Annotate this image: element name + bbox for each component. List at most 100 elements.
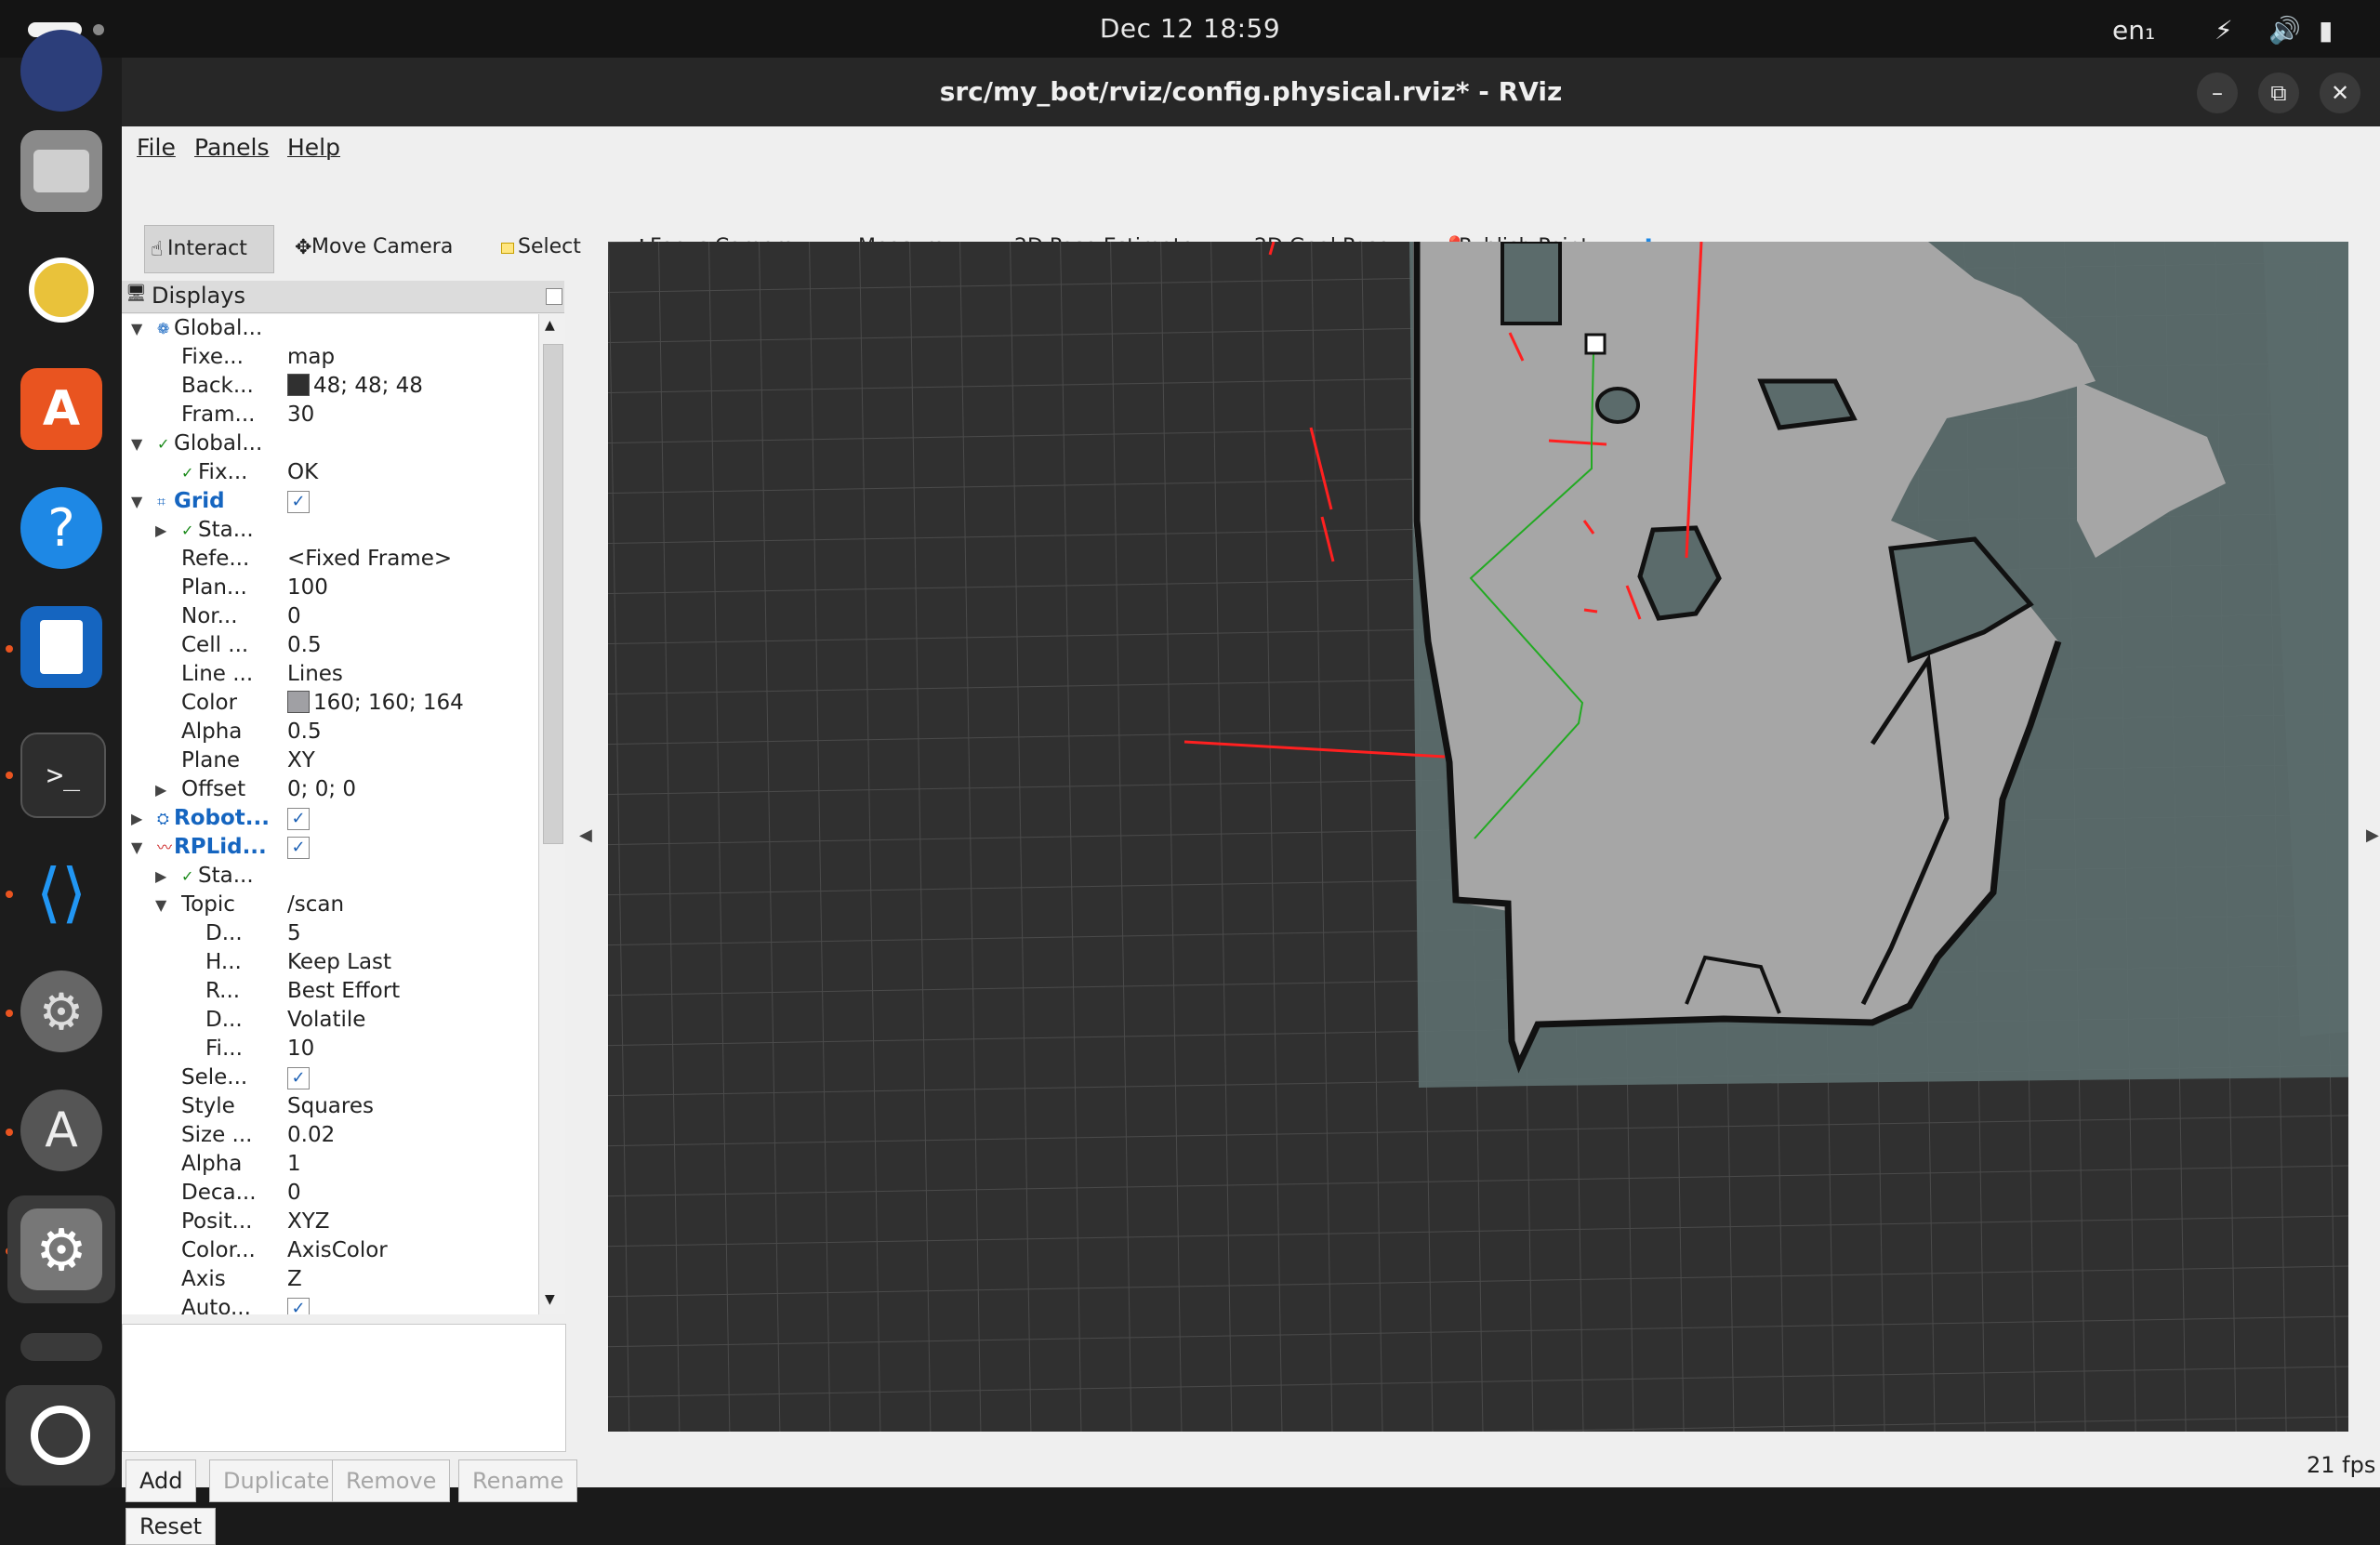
- volume-icon[interactable]: 🔊: [2268, 15, 2301, 46]
- collapse-arrow-icon[interactable]: ▼: [131, 314, 144, 343]
- battery-icon[interactable]: ▮: [2319, 15, 2333, 46]
- menu-help[interactable]: Help: [287, 134, 340, 161]
- display-tree-row[interactable]: ✓ Fix... OK: [122, 458, 538, 487]
- help-icon[interactable]: ?: [20, 487, 102, 569]
- expand-arrow-icon[interactable]: ▶: [155, 775, 168, 804]
- add-button[interactable]: Add: [126, 1459, 197, 1502]
- display-tree-row[interactable]: Color... AxisColor: [122, 1236, 538, 1265]
- display-tree-row[interactable]: ▼ ✓ Global...: [122, 429, 538, 458]
- collapse-arrow-icon[interactable]: ▼: [131, 429, 144, 458]
- display-tree-row[interactable]: ▼ ⌗ Grid ✓: [122, 487, 538, 516]
- property-value[interactable]: 0: [287, 1179, 301, 1208]
- property-value[interactable]: Keep Last: [287, 948, 391, 977]
- reset-button[interactable]: Reset: [126, 1508, 217, 1545]
- display-tree-row[interactable]: ▶ ✓ Sta...: [122, 862, 538, 891]
- collapse-left-icon[interactable]: ◀: [579, 825, 592, 845]
- enable-checkbox[interactable]: ✓: [287, 1298, 310, 1314]
- display-tree-row[interactable]: ▶ ✓ Sta...: [122, 516, 538, 545]
- menu-file[interactable]: File: [137, 134, 176, 161]
- network-icon[interactable]: ⚡: [2215, 15, 2233, 46]
- expand-arrow-icon[interactable]: ▶: [131, 804, 144, 833]
- display-tree-row[interactable]: Fixe... map: [122, 343, 538, 372]
- terminal-icon[interactable]: >_: [20, 733, 106, 818]
- property-value[interactable]: 10: [287, 1035, 314, 1063]
- property-value[interactable]: 0.5: [287, 718, 322, 746]
- minimize-button[interactable]: –: [2197, 73, 2238, 113]
- property-value[interactable]: 100: [287, 574, 328, 602]
- expand-arrow-icon[interactable]: ▶: [155, 516, 168, 545]
- property-value[interactable]: 48; 48; 48: [287, 372, 423, 401]
- display-tree-row[interactable]: D... 5: [122, 919, 538, 948]
- display-tree-row[interactable]: D... Volatile: [122, 1006, 538, 1035]
- close-button[interactable]: ✕: [2320, 73, 2360, 113]
- property-value[interactable]: 5: [287, 919, 301, 948]
- display-tree-row[interactable]: Refe... <Fixed Frame>: [122, 545, 538, 574]
- property-value[interactable]: 0; 0; 0: [287, 775, 356, 804]
- property-value[interactable]: 0.02: [287, 1121, 335, 1150]
- title-bar[interactable]: src/my_bot/rviz/config.physical.rviz* - …: [122, 58, 2380, 126]
- color-swatch[interactable]: [287, 691, 310, 713]
- writer-icon[interactable]: [20, 606, 102, 688]
- property-value[interactable]: 0: [287, 602, 301, 631]
- collapse-right-icon[interactable]: ▶: [2366, 825, 2379, 845]
- vscode-icon[interactable]: ⟨⟩: [20, 852, 102, 933]
- color-swatch[interactable]: [287, 374, 310, 396]
- display-tree-row[interactable]: ▼ ❁ Global...: [122, 314, 538, 343]
- display-tree-row[interactable]: Color 160; 160; 164: [122, 689, 538, 718]
- enable-checkbox[interactable]: ✓: [287, 837, 310, 859]
- property-value[interactable]: 1: [287, 1150, 301, 1179]
- app-center-icon[interactable]: A: [20, 368, 102, 450]
- display-tree-row[interactable]: Plane XY: [122, 746, 538, 775]
- menu-panels[interactable]: Panels: [194, 134, 269, 161]
- display-tree-row[interactable]: Fi... 10: [122, 1035, 538, 1063]
- rviz-settings-icon[interactable]: ⚙: [7, 1195, 115, 1303]
- display-tree-row[interactable]: Style Squares: [122, 1092, 538, 1121]
- display-tree-row[interactable]: Fram... 30: [122, 401, 538, 429]
- display-tree-row[interactable]: Sele... ✓: [122, 1063, 538, 1092]
- property-value[interactable]: XY: [287, 746, 315, 775]
- displays-scrollbar[interactable]: ▲ ▼: [538, 314, 565, 1314]
- property-value[interactable]: Z: [287, 1265, 302, 1294]
- show-apps-icon[interactable]: [6, 1385, 115, 1486]
- firefox-icon[interactable]: [20, 30, 102, 112]
- display-tree-row[interactable]: Size ... 0.02: [122, 1121, 538, 1150]
- input-language[interactable]: en₁: [2112, 15, 2155, 46]
- files-icon[interactable]: [20, 130, 102, 212]
- property-value[interactable]: OK: [287, 458, 318, 487]
- display-tree-row[interactable]: R... Best Effort: [122, 977, 538, 1006]
- float-panel-button[interactable]: [546, 288, 562, 305]
- collapse-arrow-icon[interactable]: ▼: [131, 833, 144, 862]
- enable-checkbox[interactable]: ✓: [287, 808, 310, 830]
- software-updater-icon[interactable]: A: [20, 1089, 102, 1171]
- rviz-render[interactable]: [608, 242, 2348, 1432]
- robot-model[interactable]: [1584, 333, 1606, 355]
- display-tree-row[interactable]: Auto... ✓: [122, 1294, 538, 1314]
- display-tree-row[interactable]: Deca... 0: [122, 1179, 538, 1208]
- display-tree-row[interactable]: ▶ ⛭ Robot... ✓: [122, 804, 538, 833]
- scroll-down-icon[interactable]: ▼: [545, 1292, 555, 1307]
- display-tree-row[interactable]: ▼ 〰 RPLid... ✓: [122, 833, 538, 862]
- display-tree-row[interactable]: Line ... Lines: [122, 660, 538, 689]
- collapse-arrow-icon[interactable]: ▼: [155, 891, 168, 919]
- property-value[interactable]: 0.5: [287, 631, 322, 660]
- display-tree-row[interactable]: Cell ... 0.5: [122, 631, 538, 660]
- settings-video-icon[interactable]: ⚙: [20, 971, 102, 1052]
- tool-select[interactable]: Select: [501, 229, 581, 266]
- duplicate-button[interactable]: Duplicate: [209, 1459, 344, 1502]
- property-value[interactable]: 30: [287, 401, 314, 429]
- display-tree-row[interactable]: H... Keep Last: [122, 948, 538, 977]
- maximize-button[interactable]: ⧉: [2258, 73, 2299, 113]
- property-value[interactable]: 160; 160; 164: [287, 689, 464, 718]
- property-value[interactable]: Best Effort: [287, 977, 400, 1006]
- collapse-arrow-icon[interactable]: ▼: [131, 487, 144, 516]
- tool-interact[interactable]: ☝ Interact: [144, 225, 274, 273]
- display-tree-row[interactable]: Axis Z: [122, 1265, 538, 1294]
- enable-checkbox[interactable]: ✓: [287, 1067, 310, 1089]
- expand-arrow-icon[interactable]: ▶: [155, 862, 168, 891]
- property-value[interactable]: <Fixed Frame>: [287, 545, 452, 574]
- tool-move-camera[interactable]: ✥Move Camera: [295, 229, 453, 266]
- display-tree-row[interactable]: ▼ Topic/scan: [122, 891, 538, 919]
- property-value[interactable]: Lines: [287, 660, 343, 689]
- display-tree-row[interactable]: Posit... XYZ: [122, 1208, 538, 1236]
- remove-button[interactable]: Remove: [332, 1459, 451, 1502]
